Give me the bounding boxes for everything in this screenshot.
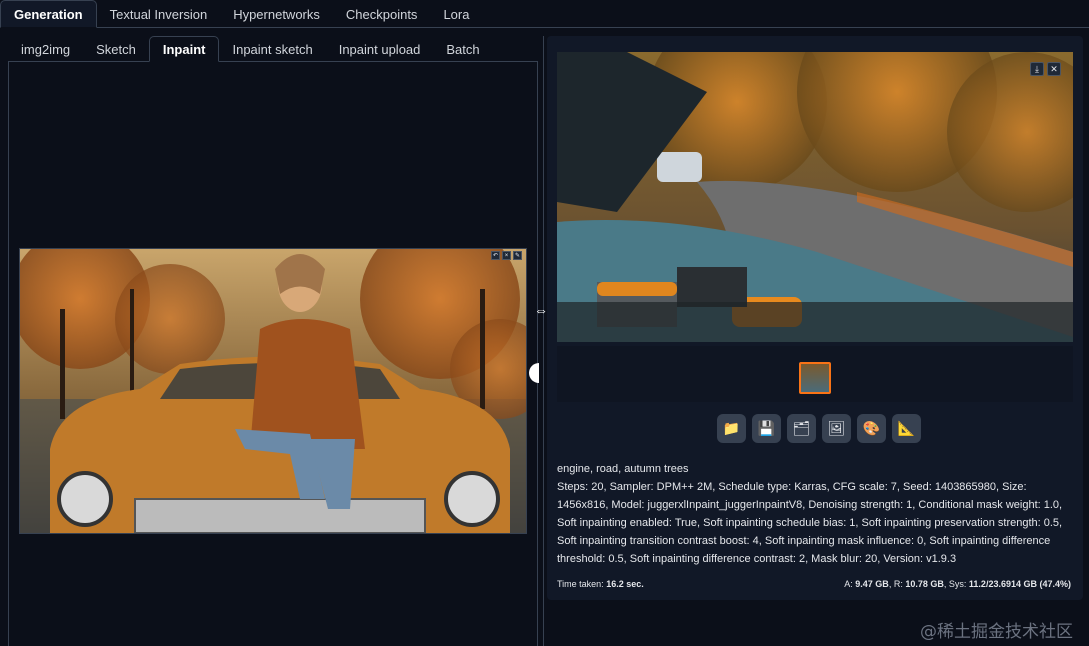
output-action-buttons: 📁 💾 🗂 🖼 🎨 📐 (717, 414, 921, 443)
time-taken-label: Time taken: (557, 579, 604, 589)
send-to-img2img-icon[interactable]: 🖼 (822, 414, 851, 443)
mem-a-value: 9.47 GB (855, 579, 889, 589)
output-image[interactable]: ⤓ ✕ (557, 52, 1073, 342)
engine-road-autumn-image (557, 52, 1073, 342)
mem-r-value: 10.78 GB (905, 579, 944, 589)
mem-a-label: A: (844, 579, 853, 589)
watermark: @稀土掘金技术社区 (920, 622, 1073, 642)
gallery-thumbnail[interactable] (799, 362, 831, 394)
time-taken-value: 16.2 sec. (606, 579, 644, 589)
mem-sys-label: Sys: (948, 579, 967, 589)
input-panel: img2img Sketch Inpaint Inpaint sketch In… (0, 36, 542, 646)
send-to-extras-icon[interactable]: 📐 (892, 414, 921, 443)
time-taken: Time taken: 16.2 sec. (557, 579, 644, 589)
brush-icon[interactable]: ✎ (513, 251, 522, 260)
generation-parameters: Steps: 20, Sampler: DPM++ 2M, Schedule t… (557, 481, 1063, 565)
panel-divider (543, 36, 544, 646)
close-icon[interactable]: ✕ (1047, 62, 1061, 76)
tab-inpaint-sketch[interactable]: Inpaint sketch (219, 37, 325, 61)
save-icon[interactable]: 💾 (752, 414, 781, 443)
download-icon[interactable]: ⤓ (1030, 62, 1044, 76)
img2img-mode-tabs: img2img Sketch Inpaint Inpaint sketch In… (8, 36, 538, 62)
inpaint-canvas-area[interactable]: ↶ × ✎ (8, 62, 539, 646)
zip-icon[interactable]: 🗂 (787, 414, 816, 443)
mem-r-label: R: (893, 579, 903, 589)
tab-textual-inversion[interactable]: Textual Inversion (97, 1, 221, 27)
tab-generation[interactable]: Generation (0, 0, 97, 28)
tab-inpaint[interactable]: Inpaint (148, 36, 220, 62)
tab-sketch[interactable]: Sketch (83, 37, 149, 61)
gallery-thumbnails (557, 346, 1073, 402)
clear-icon[interactable]: × (502, 251, 511, 260)
tab-hypernetworks[interactable]: Hypernetworks (220, 1, 333, 27)
generation-prompt: engine, road, autumn trees (557, 463, 689, 475)
tab-batch[interactable]: Batch (433, 37, 492, 61)
top-tab-bar: Generation Textual Inversion Hypernetwor… (0, 0, 1089, 28)
tab-lora[interactable]: Lora (430, 1, 482, 27)
woman-on-car-image (20, 249, 526, 533)
undo-icon[interactable]: ↶ (491, 251, 500, 260)
tab-checkpoints[interactable]: Checkpoints (333, 1, 431, 27)
tab-inpaint-upload[interactable]: Inpaint upload (326, 37, 434, 61)
brush-size-handle[interactable] (529, 363, 539, 383)
tab-img2img[interactable]: img2img (8, 37, 83, 61)
canvas-toolbar: ↶ × ✎ (491, 251, 522, 260)
mem-sys-value: 11.2/23.6914 GB (47.4%) (968, 579, 1071, 589)
output-panel: ⤓ ✕ 📁 💾 🗂 🖼 🎨 📐 engine, road, autumn tre… (547, 36, 1083, 600)
folder-icon[interactable]: 📁 (717, 414, 746, 443)
send-to-inpaint-icon[interactable]: 🎨 (857, 414, 886, 443)
memory-usage: A: 9.47 GB, R: 10.78 GB, Sys: 11.2/23.69… (844, 579, 1071, 589)
inpaint-source-image[interactable]: ↶ × ✎ (19, 248, 527, 534)
output-image-toolbar: ⤓ ✕ (1030, 62, 1061, 76)
